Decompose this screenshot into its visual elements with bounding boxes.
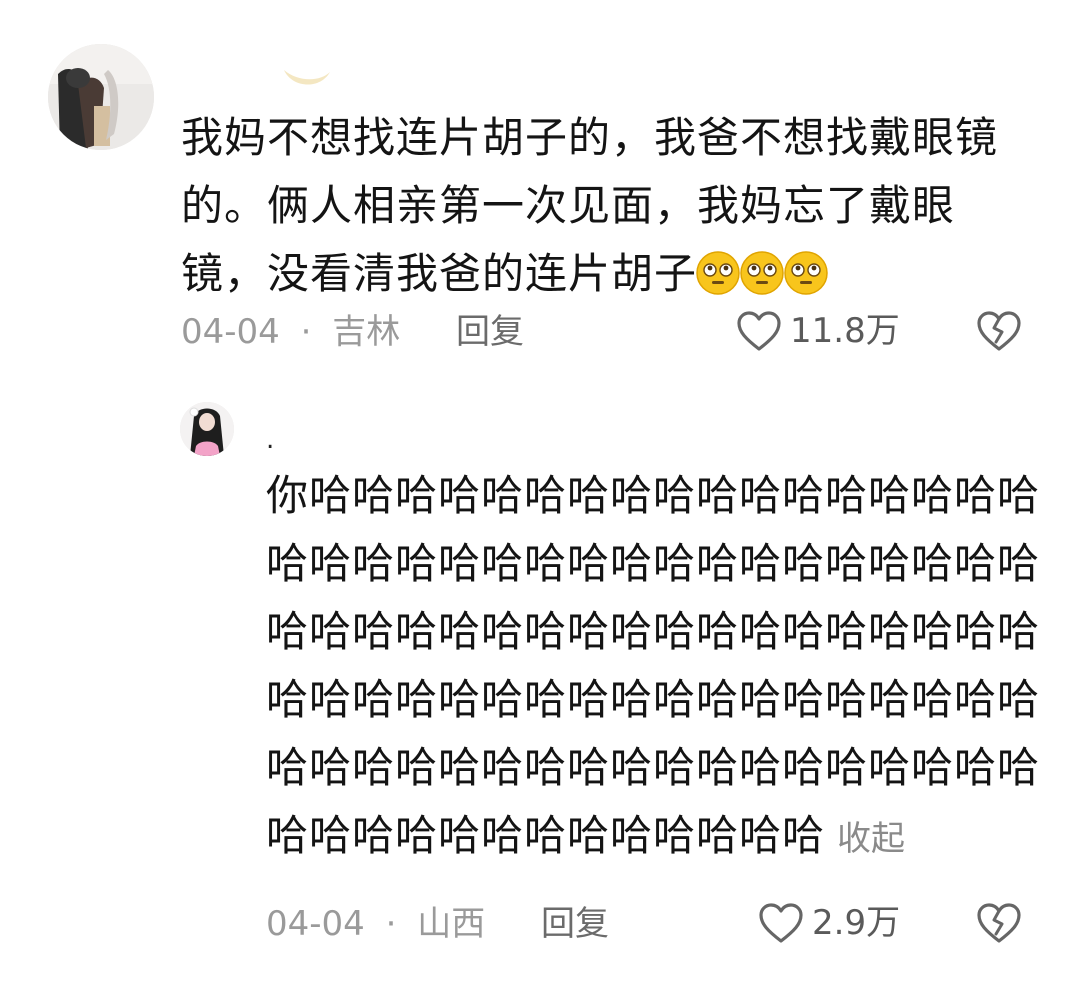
heart-outline-icon	[759, 903, 803, 943]
dislike-button[interactable]	[976, 310, 1022, 352]
comment-location: 山西	[417, 904, 486, 944]
reply-username[interactable]: .	[266, 427, 274, 453]
commenter-avatar[interactable]	[48, 44, 154, 150]
broken-heart-icon	[977, 903, 1021, 943]
comment-date: 04-04	[266, 904, 365, 944]
comment-text: 我妈不想找连片胡子的，我爸不想找戴眼镜的。俩人相亲第一次见面，我妈忘了戴眼镜，没…	[181, 113, 999, 298]
dislike-button[interactable]	[976, 902, 1022, 944]
like-button[interactable]: 2.9万	[758, 902, 900, 944]
comment-location: 吉林	[332, 312, 401, 352]
like-count: 11.8万	[790, 311, 900, 351]
reply-comment-meta: 04-04 · 山西	[266, 904, 485, 944]
meta-separator: ·	[385, 904, 397, 944]
heart-outline-icon	[737, 311, 781, 351]
like-button[interactable]: 11.8万	[736, 310, 900, 352]
meta-separator: ·	[300, 312, 312, 352]
flushed-face-emoji-icon	[783, 250, 829, 296]
comment-date: 04-04	[181, 312, 280, 352]
collapse-button[interactable]: 收起	[837, 819, 905, 859]
broken-heart-icon	[977, 311, 1021, 351]
reply-button[interactable]: 回复	[541, 904, 609, 944]
reply-comment-text: 你哈哈哈哈哈哈哈哈哈哈哈哈哈哈哈哈哈哈哈哈哈哈哈哈哈哈哈哈哈哈哈哈哈哈哈哈哈哈哈…	[266, 471, 1041, 860]
flushed-face-emoji-icon	[739, 250, 785, 296]
reply-commenter-avatar[interactable]	[180, 402, 234, 456]
reply-button[interactable]: 回复	[456, 312, 524, 352]
decorative-moon-icon	[284, 70, 330, 85]
flushed-face-emoji-icon	[695, 250, 741, 296]
like-count: 2.9万	[812, 903, 901, 943]
comment-meta: 04-04 · 吉林	[181, 312, 400, 352]
